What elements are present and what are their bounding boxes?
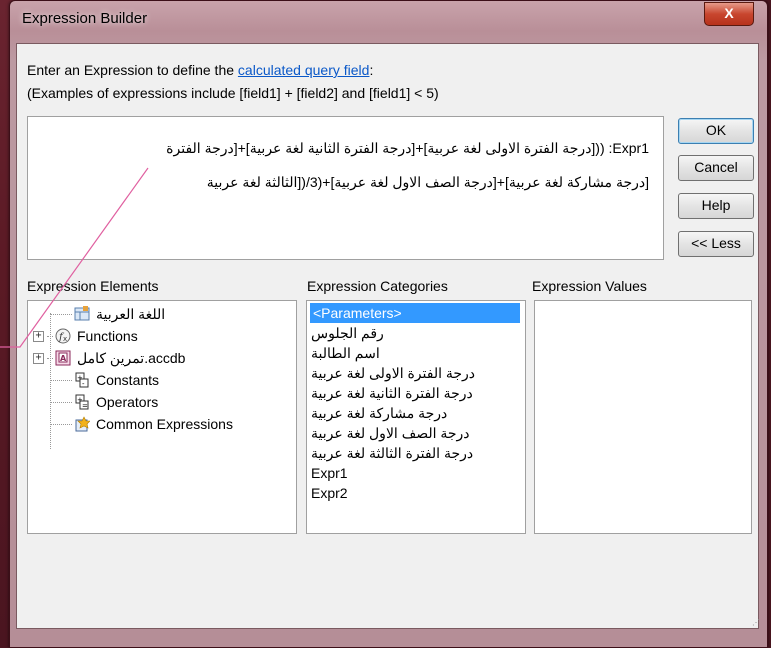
expression-elements-tree[interactable]: اللغة العربية + fx Functions + A تمرين ك… [27, 300, 297, 534]
category-item[interactable]: اسم الطالبة [311, 343, 380, 363]
category-item[interactable]: درجة الفترة الثالثة لغة عربية [311, 443, 473, 463]
expression-text[interactable]: Expr1: (([درجة الفترة الاولى لغة عربية]+… [34, 123, 649, 208]
expression-values-list[interactable] [534, 300, 752, 534]
category-item[interactable]: Expr1 [311, 463, 348, 483]
database-icon: A [55, 350, 71, 366]
tree-line [50, 313, 72, 315]
tree-item-label: Common Expressions [96, 416, 233, 432]
tree-item-label: Operators [96, 394, 159, 410]
constants-icon: + - [74, 372, 90, 388]
tree-item-label: تمرين كامل.accdb [77, 350, 186, 366]
operators-icon: + = [74, 394, 90, 410]
category-item[interactable]: درجة الصف الاول لغة عربية [311, 423, 470, 443]
tree-item-label: اللغة العربية [96, 306, 166, 322]
tree-item-operators[interactable]: + = Operators [50, 391, 158, 413]
calculated-query-field-link[interactable]: calculated query field [238, 62, 370, 78]
query-icon [74, 306, 90, 322]
category-item[interactable]: درجة الفترة الثانية لغة عربية [311, 383, 473, 403]
intro-prefix: Enter an Expression to define the [27, 62, 238, 78]
expression-categories-label: Expression Categories [307, 278, 448, 294]
tree-line [50, 379, 72, 381]
expand-icon[interactable]: + [33, 352, 44, 364]
intro-text: Enter an Expression to define the calcul… [27, 62, 373, 78]
functions-icon: fx [55, 328, 71, 344]
title-bar[interactable]: Expression Builder X [10, 1, 767, 35]
category-item[interactable]: Expr2 [311, 483, 348, 503]
svg-text:A: A [60, 354, 67, 363]
resize-grip-icon[interactable]: ⋰ [752, 618, 760, 627]
tree-item-constants[interactable]: + - Constants [50, 369, 159, 391]
intro-suffix: : [369, 62, 374, 78]
expression-values-label: Expression Values [532, 278, 647, 294]
dialog-client-area: Enter an Expression to define the calcul… [16, 43, 760, 629]
tree-item-common-expressions[interactable]: Common Expressions [50, 413, 233, 435]
category-item[interactable]: درجة الفترة الاولى لغة عربية [311, 363, 475, 383]
close-button[interactable]: X [704, 2, 754, 26]
tree-line [50, 401, 72, 403]
category-item[interactable]: رقم الجلوس [311, 323, 384, 343]
tree-item-label: Constants [96, 372, 160, 388]
less-button[interactable]: << Less [678, 231, 754, 257]
expression-builder-window: Expression Builder X Enter an Expression… [9, 0, 768, 648]
close-icon: X [724, 5, 734, 21]
tree-item-database[interactable]: + A تمرين كامل.accdb [33, 347, 185, 369]
expand-icon[interactable]: + [33, 330, 44, 342]
svg-text:x: x [63, 335, 67, 343]
help-button[interactable]: Help [678, 193, 754, 219]
tree-line [50, 423, 72, 425]
ok-button[interactable]: OK [678, 118, 754, 144]
window-title: Expression Builder [22, 10, 148, 27]
cancel-button[interactable]: Cancel [678, 155, 754, 181]
expression-line-1: Expr1: (([درجة الفترة الاولى لغة عربية]+… [166, 140, 649, 156]
expression-input[interactable]: Expr1: (([درجة الفترة الاولى لغة عربية]+… [27, 116, 664, 260]
category-item[interactable]: درجة مشاركة لغة عربية [311, 403, 447, 423]
tree-item-functions[interactable]: + fx Functions [33, 325, 138, 347]
svg-text:=: = [82, 402, 88, 410]
tree-line [47, 335, 53, 337]
common-expressions-icon [74, 416, 91, 432]
expression-line-2: [درجة مشاركة لغة عربية]+[درجة الصف الاول… [206, 174, 649, 190]
expression-elements-label: Expression Elements [27, 278, 159, 294]
tree-item-query[interactable]: اللغة العربية [50, 303, 165, 325]
category-item-selected[interactable]: <Parameters> [310, 303, 520, 323]
tree-item-label: Functions [77, 328, 138, 344]
tree-line [47, 357, 53, 359]
examples-text: (Examples of expressions include [field1… [27, 85, 439, 101]
expression-categories-list[interactable]: <Parameters> رقم الجلوس اسم الطالبة درجة… [306, 300, 526, 534]
